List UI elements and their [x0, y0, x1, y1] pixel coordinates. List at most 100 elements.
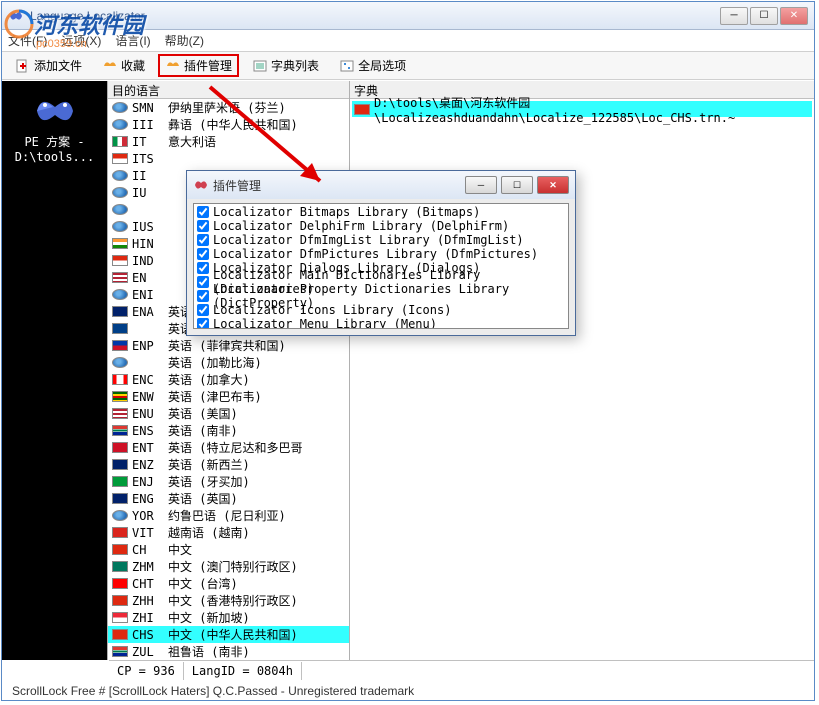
lang-name: 伊纳里萨米语 (芬兰)	[168, 99, 345, 116]
lang-row[interactable]: 英语 (加勒比海)	[108, 354, 349, 371]
plugin-row[interactable]: Localizator Menu Library (Menu)	[195, 317, 567, 329]
plugin-checkbox[interactable]	[197, 276, 209, 288]
lang-row[interactable]: CH中文	[108, 541, 349, 558]
plugin-row[interactable]: Localizator Bitmaps Library (Bitmaps)	[195, 205, 567, 219]
plugin-checkbox[interactable]	[197, 290, 209, 302]
lang-code: ENZ	[132, 458, 164, 472]
status-langid: LangID = 0804h	[184, 662, 302, 680]
global-opts-button[interactable]: 全局选项	[332, 54, 413, 77]
lang-name: 意大利语	[168, 133, 345, 150]
lang-row[interactable]: ENU英语 (美国)	[108, 405, 349, 422]
lang-row[interactable]: VIT越南语 (越南)	[108, 524, 349, 541]
plugin-row[interactable]: Localizator Property Dictionaries Librar…	[195, 289, 567, 303]
lang-code: ENG	[132, 492, 164, 506]
lang-row[interactable]: ENS 英语 (南非)	[108, 422, 349, 439]
flag-icon	[112, 136, 128, 147]
add-file-button[interactable]: 添加文件	[8, 54, 89, 77]
plugin-checkbox[interactable]	[197, 220, 209, 232]
main-window: Language Localizator ─ ☐ ✕ 文件(F) 远项(X) 语…	[1, 1, 815, 701]
lang-name: 英语 (菲律宾共和国)	[168, 337, 345, 354]
dict-row[interactable]: D:\tools\桌面\河东软件园\Localizeashduandahn\Lo…	[352, 101, 812, 117]
dialog-minimize-button[interactable]: ─	[465, 176, 497, 194]
lang-row[interactable]: CHT中文 (台湾)	[108, 575, 349, 592]
plugin-list[interactable]: Localizator Bitmaps Library (Bitmaps)Loc…	[193, 203, 569, 329]
plugin-label: Localizator DfmPictures Library (DfmPict…	[213, 247, 538, 261]
lang-row[interactable]: ZHM中文 (澳门特别行政区)	[108, 558, 349, 575]
dict-flag-icon	[354, 104, 370, 115]
lang-row[interactable]: CHS中文 (中华人民共和国)	[108, 626, 349, 643]
global-opts-label: 全局选项	[358, 57, 406, 74]
lang-code: VIT	[132, 526, 164, 540]
dialog-title: 插件管理	[213, 177, 465, 194]
lang-code: ENW	[132, 390, 164, 404]
dict-list-button[interactable]: 字典列表	[245, 54, 326, 77]
flag-icon	[112, 493, 128, 504]
close-button[interactable]: ✕	[780, 7, 808, 25]
dialog-close-button[interactable]: ✕	[537, 176, 569, 194]
lang-row[interactable]: ENZ英语 (新西兰)	[108, 456, 349, 473]
dict-panel: 字典 D:\tools\桌面\河东软件园\Localizeashduandahn…	[350, 81, 814, 660]
plugin-mgr-button[interactable]: 插件管理	[158, 54, 239, 77]
flag-icon	[112, 187, 128, 198]
flag-icon	[112, 391, 128, 402]
lang-code: ITS	[132, 152, 164, 166]
plugin-checkbox[interactable]	[197, 248, 209, 260]
plugin-row[interactable]: Localizator DelphiFrm Library (DelphiFrm…	[195, 219, 567, 233]
lang-row[interactable]: ZHH中文 (香港特别行政区)	[108, 592, 349, 609]
statusbar: CP = 936 LangID = 0804h	[109, 660, 814, 680]
flag-icon	[112, 595, 128, 606]
plugin-row[interactable]: Localizator DfmPictures Library (DfmPict…	[195, 247, 567, 261]
lang-row[interactable]: ENJ英语 (牙买加)	[108, 473, 349, 490]
plugin-checkbox[interactable]	[197, 318, 209, 329]
plugin-checkbox[interactable]	[197, 206, 209, 218]
menu-help[interactable]: 帮助(Z)	[165, 32, 204, 49]
lang-row[interactable]: ENT英语 (特立尼达和多巴哥	[108, 439, 349, 456]
flag-icon	[112, 340, 128, 351]
lang-row[interactable]: SMN伊纳里萨米语 (芬兰)	[108, 99, 349, 116]
flag-icon	[112, 578, 128, 589]
lang-row[interactable]: ITS	[108, 150, 349, 167]
dict-list-label: 字典列表	[271, 57, 319, 74]
lang-row[interactable]: IT意大利语	[108, 133, 349, 150]
window-title: Language Localizator	[30, 9, 720, 23]
lang-name: 中文 (台湾)	[168, 575, 345, 592]
menu-option[interactable]: 远项(X)	[61, 32, 101, 49]
lang-row[interactable]: ENG 英语 (英国)	[108, 490, 349, 507]
dialog-maximize-button[interactable]: ☐	[501, 176, 533, 194]
lang-code: ENS	[132, 424, 164, 438]
toolbar: 添加文件 收藏 插件管理 字典列表 全局选项	[2, 52, 814, 80]
lang-row[interactable]: ENP英语 (菲律宾共和国)	[108, 337, 349, 354]
menu-file[interactable]: 文件(F)	[8, 32, 47, 49]
plugin-checkbox[interactable]	[197, 304, 209, 316]
flag-icon	[112, 289, 128, 300]
lang-name: 英语 (南非)	[168, 422, 345, 439]
lang-name: 英语 (特立尼达和多巴哥	[168, 439, 345, 456]
maximize-button[interactable]: ☐	[750, 7, 778, 25]
scheme-line2: D:\tools...	[15, 150, 94, 165]
minimize-button[interactable]: ─	[720, 7, 748, 25]
collect-button[interactable]: 收藏	[95, 54, 152, 77]
lang-code: ENI	[132, 288, 164, 302]
scheme-icon	[31, 91, 79, 131]
flag-icon	[112, 408, 128, 419]
lang-row[interactable]: ZUL祖鲁语 (南非)	[108, 643, 349, 660]
plugin-checkbox[interactable]	[197, 262, 209, 274]
lang-name: 中文 (香港特别行政区)	[168, 592, 345, 609]
lang-name: 英语 (英国)	[168, 490, 345, 507]
plugin-row[interactable]: Localizator DfmImgList Library (DfmImgLi…	[195, 233, 567, 247]
plugin-checkbox[interactable]	[197, 234, 209, 246]
status-cp: CP = 936	[109, 662, 184, 680]
lang-row[interactable]: ENC英语 (加拿大)	[108, 371, 349, 388]
lang-row[interactable]: ZHI中文 (新加坡)	[108, 609, 349, 626]
lang-row[interactable]: III彝语 (中华人民共和国)	[108, 116, 349, 133]
flag-icon	[112, 646, 128, 657]
app-icon	[8, 8, 24, 24]
lang-row[interactable]: ENW 英语 (津巴布韦)	[108, 388, 349, 405]
menu-lang[interactable]: 语言(I)	[115, 32, 150, 49]
lang-row[interactable]: YOR约鲁巴语 (尼日利亚)	[108, 507, 349, 524]
plugin-dialog: 插件管理 ─ ☐ ✕ Localizator Bitmaps Library (…	[186, 170, 576, 336]
lang-name: 英语 (津巴布韦)	[168, 388, 345, 405]
plugin-mgr-label: 插件管理	[184, 57, 232, 74]
add-file-icon	[15, 58, 31, 74]
scheme-line1: PE 方案 -	[24, 135, 84, 150]
